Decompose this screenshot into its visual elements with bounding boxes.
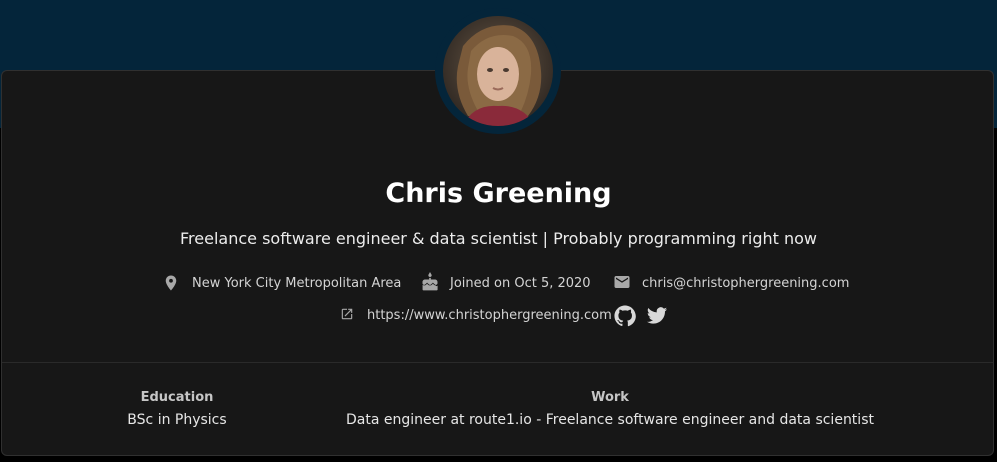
github-link[interactable] xyxy=(614,305,636,327)
joined-item: Joined on Oct 5, 2020 xyxy=(420,272,600,294)
profile-name: Chris Greening xyxy=(385,178,612,209)
education-value: BSc in Physics xyxy=(127,412,227,428)
map-pin-icon xyxy=(165,275,177,291)
external-link-icon xyxy=(341,308,353,320)
email-item[interactable]: chris@christophergreening.com xyxy=(612,274,852,294)
location-text: New York City Metropolitan Area xyxy=(192,276,402,291)
website-link[interactable]: https://www.christophergreening.com xyxy=(367,307,612,325)
avatar xyxy=(443,16,553,126)
email-link[interactable]: chris@christophergreening.com xyxy=(642,275,849,293)
twitter-link[interactable] xyxy=(646,305,668,327)
website-item[interactable]: https://www.christophergreening.com xyxy=(340,306,612,326)
cake-icon xyxy=(422,272,438,291)
joined-text: Joined on Oct 5, 2020 xyxy=(450,276,591,291)
education-label: Education xyxy=(140,390,214,405)
profile-bio: Freelance software engineer & data scien… xyxy=(180,229,817,248)
github-icon xyxy=(614,305,636,327)
card-divider xyxy=(2,362,993,363)
work-label: Work xyxy=(591,390,629,405)
twitter-icon xyxy=(646,307,668,324)
mail-icon xyxy=(614,276,630,288)
work-value: Data engineer at route1.io - Freelance s… xyxy=(346,412,874,428)
location-item: New York City Metropolitan Area xyxy=(162,274,402,294)
